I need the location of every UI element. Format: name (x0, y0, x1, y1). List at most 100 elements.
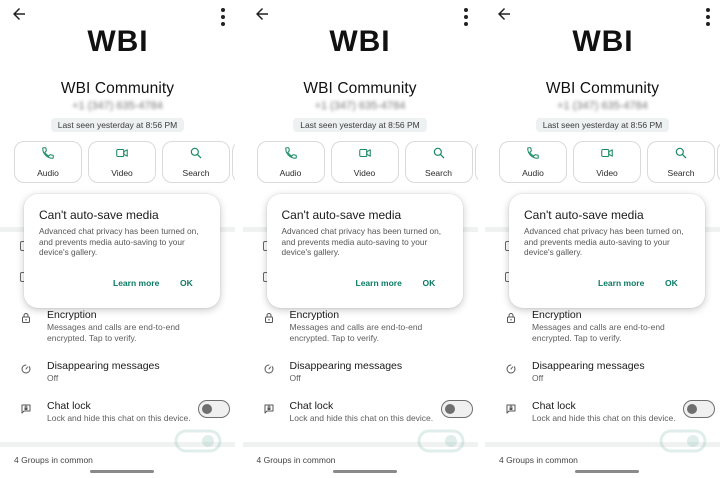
search-button[interactable]: Search (162, 141, 230, 183)
action-label: Search (182, 168, 210, 178)
phone-icon (526, 146, 540, 165)
toggle-knob (202, 403, 212, 414)
row-subtitle: Off (47, 373, 59, 383)
chat-lock-icon (20, 402, 32, 414)
video-icon (600, 146, 614, 165)
video-icon (358, 146, 372, 165)
contact-name: WBI Community (60, 80, 175, 97)
last-seen-wrap: Last seen yesterday at 8:56 PM (485, 118, 720, 132)
learn-more-button[interactable]: Learn more (598, 278, 644, 288)
toggle-knob (687, 403, 697, 414)
back-arrow-icon[interactable] (10, 5, 28, 23)
contact-name: WBI Community (303, 80, 417, 97)
gesture-nav-bar[interactable] (332, 470, 397, 473)
back-arrow-icon[interactable] (495, 5, 513, 23)
video-button[interactable]: Video (573, 141, 641, 183)
last-seen-badge: Last seen yesterday at 8:56 PM (50, 118, 185, 132)
row-title: Disappearing messages (532, 360, 645, 372)
more-vert-icon[interactable] (460, 5, 472, 26)
back-arrow-icon[interactable] (253, 5, 271, 23)
row-subtitle: Messages and calls are end-to-end encryp… (47, 322, 180, 343)
video-button[interactable]: Video (330, 141, 399, 183)
contact-name: WBI Community (545, 80, 660, 97)
more-vert-icon[interactable] (702, 5, 714, 26)
groups-in-common: 4 Groups in common (14, 455, 93, 465)
lock-icon (263, 311, 275, 323)
dialog-title: Can't auto-save media (524, 208, 644, 222)
more-vert-icon[interactable] (217, 5, 229, 26)
last-seen-badge: Last seen yesterday at 8:56 PM (535, 118, 670, 132)
lock-icon (20, 311, 32, 323)
row-title: Chat lock (47, 400, 91, 412)
row-title: Disappearing messages (47, 360, 160, 372)
video-button[interactable]: Video (88, 141, 156, 183)
action-buttons: Audio Video Search (14, 141, 235, 183)
action-label: Search (425, 168, 452, 178)
audio-button[interactable]: Audio (499, 141, 567, 183)
watermark-logo (417, 429, 464, 453)
phone-icon (41, 146, 55, 165)
phone-number: +1 (347) 635-4784 (72, 100, 163, 112)
chat-lock-toggle[interactable] (198, 400, 230, 418)
row-subtitle: Off (532, 373, 544, 383)
gesture-nav-bar[interactable] (90, 470, 154, 473)
svg-text:WBI: WBI (87, 25, 148, 56)
search-icon (189, 146, 203, 165)
dialog-title: Can't auto-save media (281, 208, 402, 222)
row-subtitle: Lock and hide this chat on this device. (532, 413, 676, 423)
action-label: Video (111, 168, 133, 178)
dialog-title: Can't auto-save media (39, 208, 159, 222)
search-icon (674, 146, 688, 165)
audio-button[interactable]: Audio (256, 141, 325, 183)
auto-save-dialog: Can't auto-save media Advanced chat priv… (509, 194, 707, 453)
ok-button[interactable]: OK (180, 278, 193, 288)
phone-icon (284, 146, 298, 165)
row-title: Chat lock (289, 400, 334, 412)
watermark-logo (174, 429, 222, 453)
learn-more-button[interactable]: Learn more (113, 278, 159, 288)
ok-button[interactable]: OK (665, 278, 678, 288)
row-subtitle: Messages and calls are end-to-end encryp… (289, 322, 423, 343)
gesture-nav-bar[interactable] (575, 470, 639, 473)
dialog-body: Advanced chat privacy has been turned on… (281, 226, 442, 258)
screenshot-stage: WBI WBI Community +1 (347) 635-4784 Last… (0, 0, 720, 478)
svg-text:WBI: WBI (572, 25, 633, 56)
chat-lock-toggle[interactable] (683, 400, 715, 418)
action-label: Audio (522, 168, 544, 178)
timer-icon (263, 362, 275, 374)
phone-number: +1 (347) 635-4784 (557, 100, 648, 112)
last-seen-wrap: Last seen yesterday at 8:56 PM (0, 118, 235, 132)
contact-info-screen: WBI WBI Community +1 (347) 635-4784 Last… (0, 0, 235, 478)
contact-info-screen: WBI WBI Community +1 (347) 635-4784 Last… (485, 0, 720, 478)
row-title: Encryption (47, 309, 97, 321)
toggle-knob (444, 403, 455, 414)
profile-logo[interactable]: WBI (485, 24, 720, 58)
ok-button[interactable]: OK (423, 278, 436, 288)
row-subtitle: Off (289, 373, 301, 383)
video-icon (115, 146, 129, 165)
learn-more-button[interactable]: Learn more (356, 278, 402, 288)
contact-info-screen: WBI WBI Community +1 (347) 635-4784 Last… (242, 0, 478, 478)
action-buttons: Audio Video Search (499, 141, 720, 183)
search-icon (432, 146, 446, 165)
profile-logo[interactable]: WBI (0, 24, 235, 58)
call-button-partial[interactable] (474, 141, 478, 183)
audio-button[interactable]: Audio (14, 141, 82, 183)
search-button[interactable]: Search (404, 141, 473, 183)
search-button[interactable]: Search (647, 141, 715, 183)
last-seen-badge: Last seen yesterday at 8:56 PM (293, 118, 427, 132)
dialog-body: Advanced chat privacy has been turned on… (524, 226, 684, 258)
timer-icon (20, 362, 32, 374)
dialog-body: Advanced chat privacy has been turned on… (39, 226, 199, 258)
call-button-partial[interactable] (232, 141, 235, 183)
watermark-logo (659, 429, 707, 453)
action-label: Audio (37, 168, 59, 178)
chat-lock-toggle[interactable] (440, 400, 473, 418)
row-title: Disappearing messages (289, 360, 403, 372)
phone-number: +1 (347) 635-4784 (314, 100, 406, 112)
profile-logo[interactable]: WBI (243, 24, 478, 58)
row-title: Encryption (289, 309, 340, 321)
groups-in-common: 4 Groups in common (256, 455, 336, 465)
lock-icon (505, 311, 517, 323)
action-label: Audio (279, 168, 302, 178)
